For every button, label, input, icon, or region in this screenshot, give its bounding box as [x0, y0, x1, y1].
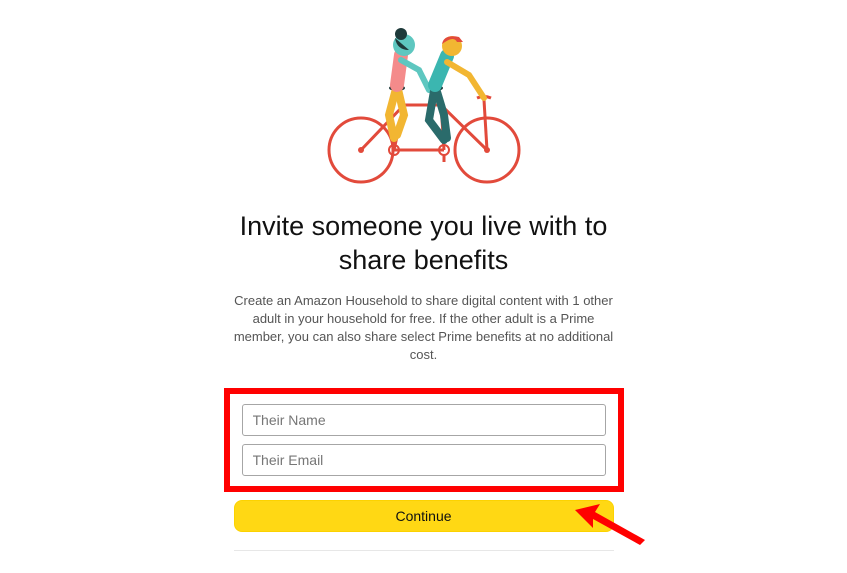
- invite-form-highlight: [224, 388, 624, 492]
- continue-button[interactable]: Continue: [234, 500, 614, 532]
- their-email-input[interactable]: [242, 444, 606, 476]
- divider: [234, 550, 614, 551]
- page-description: Create an Amazon Household to share digi…: [234, 292, 614, 365]
- page-heading: Invite someone you live with to share be…: [224, 210, 624, 278]
- their-name-input[interactable]: [242, 404, 606, 436]
- tandem-bike-illustration: [309, 20, 539, 190]
